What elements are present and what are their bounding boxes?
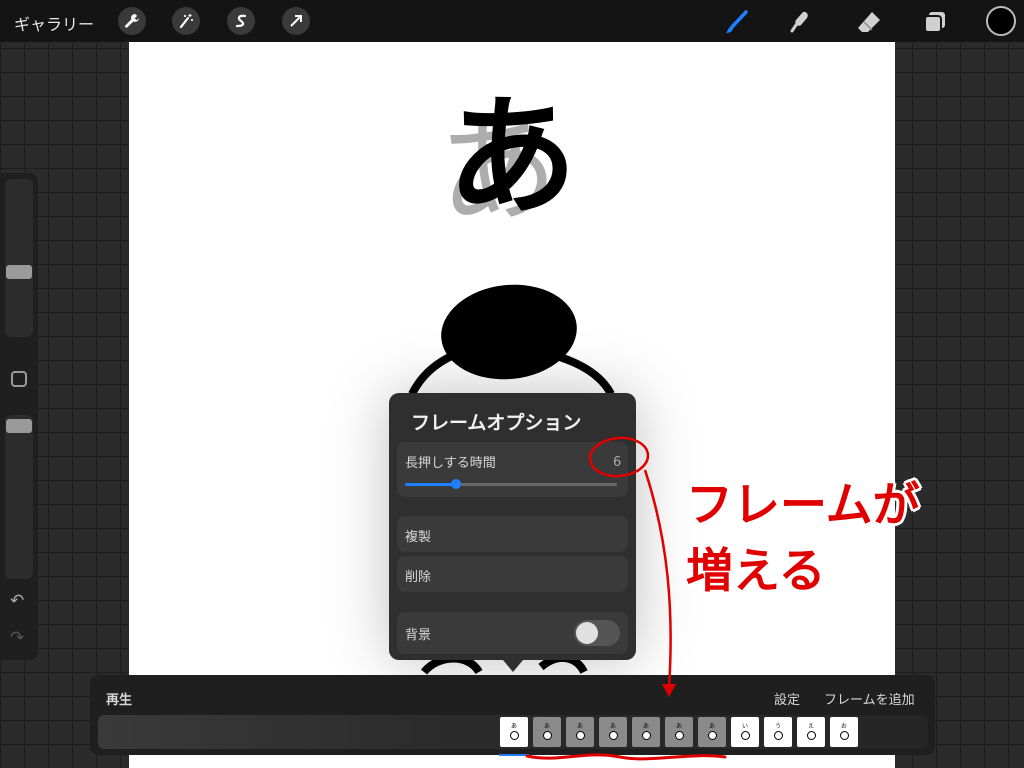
- brush-icon[interactable]: [723, 8, 751, 36]
- animation-timeline: 再生 設定 フレームを追加 あ あ あ あ あ あ あ い う え お: [90, 675, 935, 756]
- popover-title: フレームオプション: [411, 412, 582, 434]
- frame-thumbnail-glyph: あ: [675, 723, 682, 730]
- frame-thumbnail-glyph: あ: [543, 723, 550, 730]
- transform-arrow-icon[interactable]: [282, 7, 310, 35]
- frame-thumbnail-figure: [509, 731, 519, 740]
- timeline-frame[interactable]: い: [731, 717, 759, 747]
- smudge-icon[interactable]: [787, 8, 815, 36]
- hold-duration-fill: [405, 483, 456, 486]
- selected-frame-indicator: [499, 754, 529, 756]
- annotation-text-line1: フレームが: [686, 478, 920, 533]
- delete-button[interactable]: 削除: [397, 556, 628, 592]
- frame-thumbnail-glyph: お: [840, 723, 847, 730]
- timeline-frame[interactable]: あ: [599, 717, 627, 747]
- redo-icon[interactable]: ↷: [10, 628, 24, 648]
- brush-size-slider[interactable]: [5, 179, 33, 337]
- delete-label: 削除: [405, 570, 432, 585]
- add-frame-button[interactable]: フレームを追加: [824, 689, 915, 708]
- top-toolbar: ギャラリー: [0, 0, 1024, 42]
- frame-thumbnail-figure: [707, 731, 717, 740]
- frame-thumbnail-glyph: あ: [708, 723, 715, 730]
- timeline-frame[interactable]: お: [830, 717, 858, 747]
- background-toggle[interactable]: [574, 620, 620, 646]
- background-row: 背景: [397, 612, 628, 654]
- hold-duration-slider[interactable]: [405, 479, 617, 489]
- opacity-slider[interactable]: [5, 415, 33, 579]
- layers-icon[interactable]: [921, 8, 949, 36]
- frame-thumbnail-glyph: あ: [576, 723, 583, 730]
- annotation-text-line2: 増える: [686, 544, 826, 599]
- brush-size-thumb[interactable]: [6, 265, 32, 279]
- frame-thumbnail-glyph: い: [741, 723, 748, 730]
- modify-button[interactable]: [11, 371, 27, 387]
- timeline-frame[interactable]: あ: [566, 717, 594, 747]
- timeline-frame[interactable]: え: [797, 717, 825, 747]
- frame-thumbnail-figure: [839, 731, 849, 740]
- frame-thumbnail-figure: [641, 731, 651, 740]
- frame-thumbnail-figure: [575, 731, 585, 740]
- frame-thumbnail-figure: [773, 731, 783, 740]
- frame-thumbnail-figure: [740, 731, 750, 740]
- hold-duration-knob[interactable]: [450, 479, 461, 489]
- popover-pointer: [503, 660, 523, 672]
- frame-thumbnail-glyph: う: [774, 723, 781, 730]
- gallery-button[interactable]: ギャラリー: [14, 11, 94, 35]
- opacity-thumb[interactable]: [6, 419, 32, 433]
- timeline-frame[interactable]: あ: [500, 717, 528, 747]
- background-label: 背景: [405, 628, 432, 643]
- frame-thumbnail-glyph: え: [807, 723, 814, 730]
- frame-strip: あああああああいうえお: [98, 715, 928, 756]
- duplicate-label: 複製: [405, 530, 432, 545]
- magic-wand-icon[interactable]: [172, 7, 200, 35]
- play-button[interactable]: 再生: [106, 689, 132, 708]
- background-toggle-knob: [576, 622, 598, 644]
- frame-options-popover: フレームオプション 長押しする時間 6 複製 削除 背景: [389, 393, 636, 660]
- frame-thumbnail-figure: [674, 731, 684, 740]
- selection-icon[interactable]: [227, 7, 255, 35]
- frame-thumbnail-glyph: あ: [642, 723, 649, 730]
- hold-duration-label: 長押しする時間: [405, 456, 496, 471]
- wrench-icon[interactable]: [118, 7, 146, 35]
- timeline-frame[interactable]: あ: [533, 717, 561, 747]
- timeline-frame[interactable]: う: [764, 717, 792, 747]
- frame-thumbnail-figure: [806, 731, 816, 740]
- eraser-icon[interactable]: [855, 8, 883, 36]
- frame-thumbnail-figure: [542, 731, 552, 740]
- frame-thumbnail-glyph: あ: [510, 723, 517, 730]
- color-swatch[interactable]: [986, 6, 1016, 36]
- hold-duration-row: 長押しする時間 6: [397, 442, 628, 497]
- timeline-frame[interactable]: あ: [665, 717, 693, 747]
- left-sidebar: ↶ ↷: [0, 173, 38, 660]
- undo-icon[interactable]: ↶: [10, 591, 24, 611]
- timeline-frame[interactable]: あ: [632, 717, 660, 747]
- hold-duration-value: 6: [613, 455, 622, 470]
- frame-thumbnail-figure: [608, 731, 618, 740]
- frame-thumbnail-glyph: あ: [609, 723, 616, 730]
- settings-button[interactable]: 設定: [774, 689, 800, 708]
- timeline-frame[interactable]: あ: [698, 717, 726, 747]
- duplicate-button[interactable]: 複製: [397, 516, 628, 552]
